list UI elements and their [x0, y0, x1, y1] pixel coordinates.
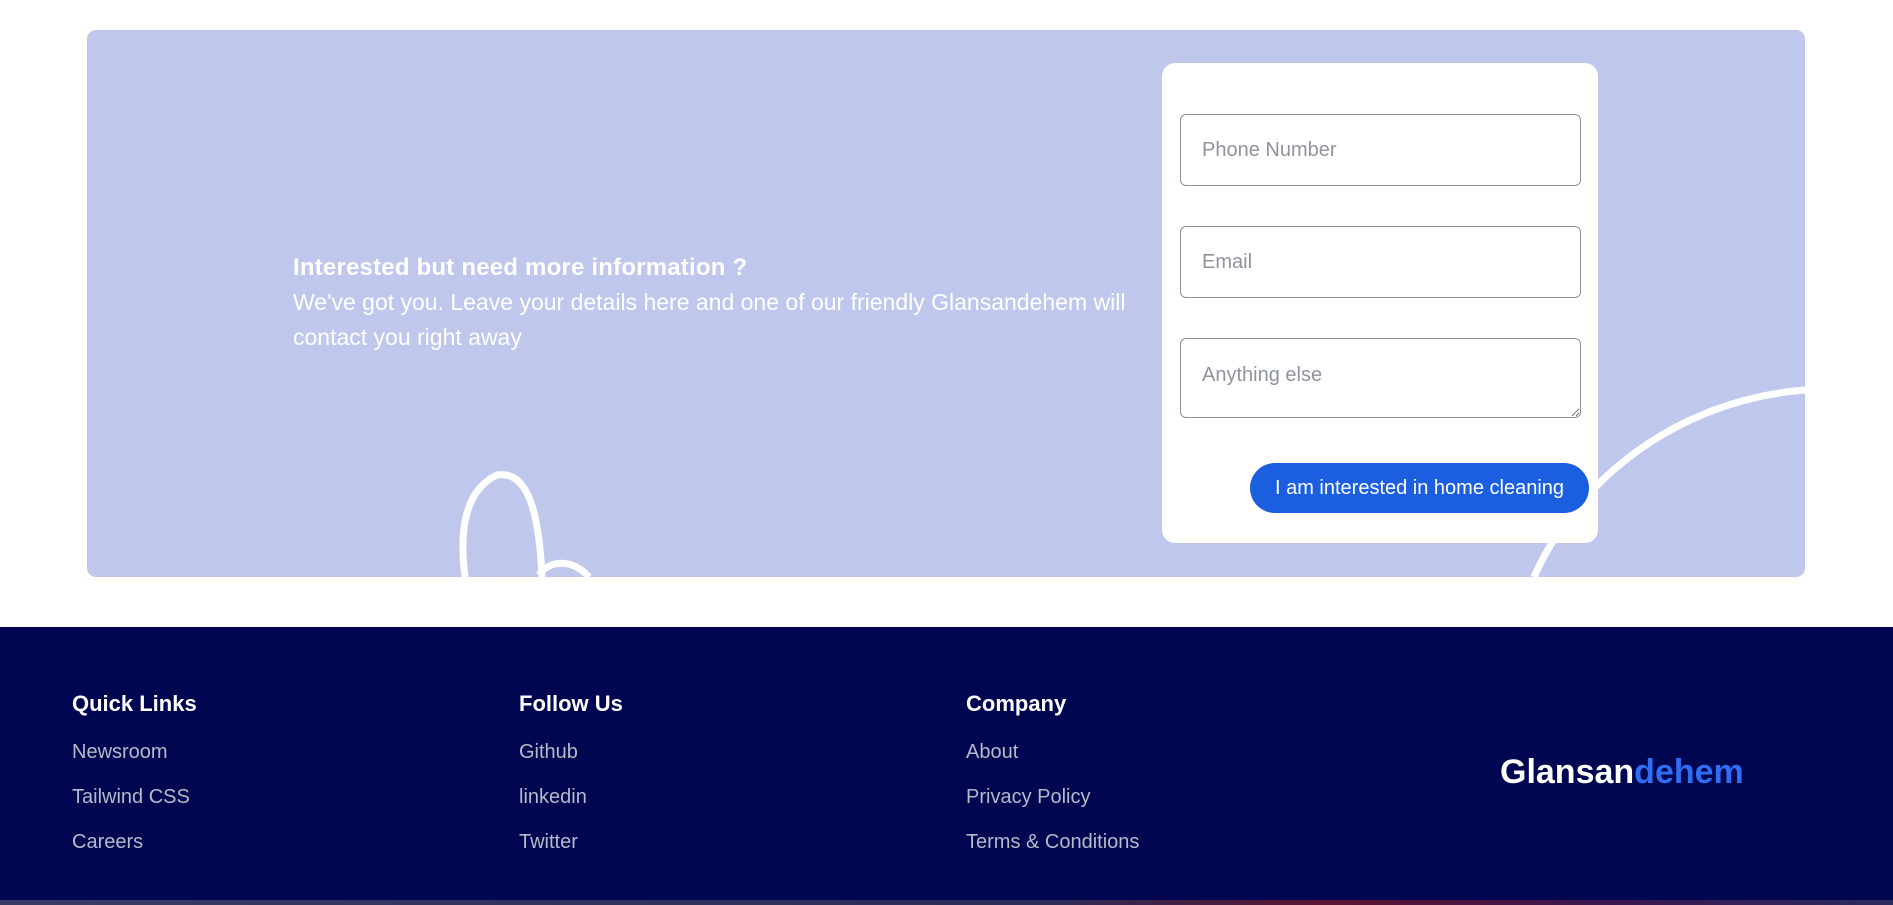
footer-link-list: Newsroom Tailwind CSS Careers — [72, 740, 197, 854]
footer-link-about[interactable]: About — [966, 740, 1139, 764]
footer-column-title: Company — [966, 691, 1067, 716]
footer-column-quick-links: Quick Links Newsroom Tailwind CSS Career… — [72, 691, 197, 875]
message-textarea[interactable] — [1180, 338, 1581, 418]
interested-submit-button[interactable]: I am interested in home cleaning — [1250, 463, 1589, 513]
footer-link-linkedin[interactable]: linkedin — [519, 785, 623, 809]
footer-column-company: Company About Privacy Policy Terms & Con… — [966, 691, 1139, 875]
contact-form: I am interested in home cleaning — [1162, 63, 1598, 543]
footer-link-list: About Privacy Policy Terms & Conditions — [966, 740, 1139, 854]
brand-logo-part1: Glansan — [1500, 753, 1635, 791]
footer-link-careers[interactable]: Careers — [72, 830, 197, 854]
footer-link-terms-conditions[interactable]: Terms & Conditions — [966, 830, 1139, 854]
footer-link-tailwind-css[interactable]: Tailwind CSS — [72, 785, 197, 809]
contact-cta-section: Interested but need more information ? W… — [87, 30, 1805, 577]
site-footer: Quick Links Newsroom Tailwind CSS Career… — [0, 627, 1893, 905]
brand-logo[interactable]: Glansandehem — [1500, 752, 1744, 792]
cta-text-block: Interested but need more information ? W… — [293, 252, 1133, 355]
brand-logo-part2: dehem — [1634, 753, 1744, 791]
cta-heading: Interested but need more information ? — [293, 254, 748, 281]
footer-column-follow-us: Follow Us Github linkedin Twitter — [519, 691, 623, 875]
phone-number-input[interactable] — [1180, 114, 1581, 186]
email-input[interactable] — [1180, 226, 1581, 298]
decorative-loop-curve — [459, 471, 546, 577]
footer-link-github[interactable]: Github — [519, 740, 623, 764]
footer-link-list: Github linkedin Twitter — [519, 740, 623, 854]
page-bottom-strip — [0, 900, 1893, 905]
decorative-small-curve — [536, 559, 592, 577]
footer-column-title: Quick Links — [72, 691, 197, 716]
footer-column-title: Follow Us — [519, 691, 623, 716]
footer-link-privacy-policy[interactable]: Privacy Policy — [966, 785, 1139, 809]
footer-link-twitter[interactable]: Twitter — [519, 830, 623, 854]
footer-link-newsroom[interactable]: Newsroom — [72, 740, 197, 764]
cta-description: We've got you. Leave your details here a… — [293, 289, 1126, 350]
